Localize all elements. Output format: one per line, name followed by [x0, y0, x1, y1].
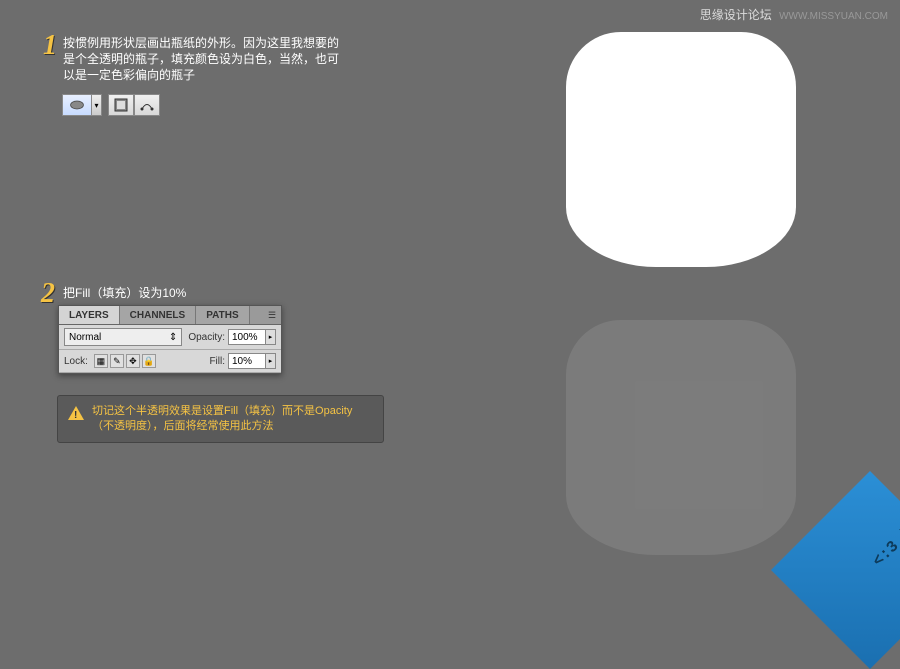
blend-mode-value: Normal — [69, 332, 101, 343]
panel-menu-icon[interactable]: ☰ — [263, 306, 281, 324]
lock-label: Lock: — [64, 356, 88, 367]
tab-channels[interactable]: CHANNELS — [120, 306, 197, 324]
bottle-shape-transparent — [566, 320, 796, 555]
watermark-cn: 思缘设计论坛 — [700, 8, 772, 22]
fill-flyout-icon[interactable]: ▸ — [266, 353, 276, 369]
lock-all-icon[interactable]: 🔒 — [142, 354, 156, 368]
shape-tool-options: ▾ — [62, 94, 160, 116]
ribbon-text: <:3 )~ — [869, 517, 900, 570]
shape-layers-mode-button[interactable] — [108, 94, 134, 116]
shape-dropdown-icon[interactable]: ▾ — [92, 94, 102, 116]
warning-text: 切记这个半透明效果是设置Fill（填充）而不是Opacity（不透明度），后面将… — [92, 404, 373, 434]
layers-panel: LAYERS CHANNELS PATHS ☰ Normal ⇕ Opacity… — [58, 305, 282, 374]
lock-position-icon[interactable]: ✥ — [126, 354, 140, 368]
ellipse-tool-button[interactable] — [62, 94, 92, 116]
paths-mode-button[interactable] — [134, 94, 160, 116]
step-2-text: 把Fill（填充）设为10% — [63, 285, 186, 301]
chevron-updown-icon: ⇕ — [169, 332, 177, 343]
step-2-number: 2 — [41, 278, 55, 310]
fill-input[interactable]: 10% — [228, 353, 266, 369]
bottle-shape-opaque — [566, 32, 796, 267]
panel-tabs: LAYERS CHANNELS PATHS ☰ — [59, 306, 281, 325]
warning-icon — [68, 406, 84, 420]
tab-layers[interactable]: LAYERS — [59, 306, 120, 324]
lock-pixels-icon[interactable]: ✎ — [110, 354, 124, 368]
watermark: 思缘设计论坛 WWW.MISSYUAN.COM — [700, 6, 888, 23]
lock-transparency-icon[interactable]: ▦ — [94, 354, 108, 368]
blend-mode-select[interactable]: Normal ⇕ — [64, 328, 182, 346]
watermark-en: WWW.MISSYUAN.COM — [779, 11, 888, 22]
opacity-input[interactable]: 100% — [228, 329, 266, 345]
blend-opacity-row: Normal ⇕ Opacity: 100% ▸ — [59, 325, 281, 350]
opacity-label: Opacity: — [188, 332, 225, 343]
step-1-text: 按惯例用形状层画出瓶纸的外形。因为这里我想要的是个全透明的瓶子，填充颜色设为白色… — [63, 35, 343, 83]
warning-callout: 切记这个半透明效果是设置Fill（填充）而不是Opacity（不透明度），后面将… — [57, 395, 384, 443]
tab-paths[interactable]: PATHS — [196, 306, 249, 324]
fill-label: Fill: — [209, 356, 225, 367]
opacity-flyout-icon[interactable]: ▸ — [266, 329, 276, 345]
lock-fill-row: Lock: ▦ ✎ ✥ 🔒 Fill: 10% ▸ — [59, 350, 281, 373]
step-1-number: 1 — [43, 30, 57, 62]
